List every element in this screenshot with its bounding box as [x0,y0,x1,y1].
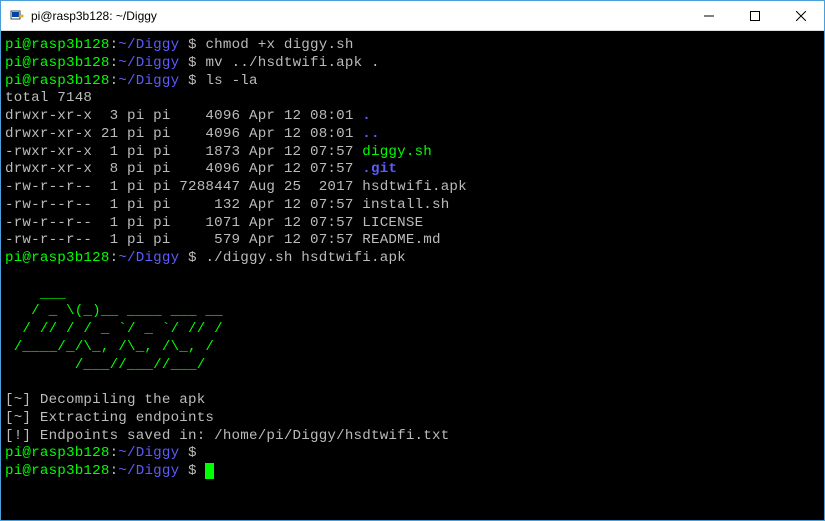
ascii-art-line: /___//___//___/ [5,357,223,373]
ls-row: -rw-r--r-- 1 pi pi 132 Apr 12 07:57 [5,197,362,213]
ls-row: drwxr-xr-x 21 pi pi 4096 Apr 12 08:01 [5,126,362,142]
prompt-path: ~/Diggy [118,250,179,266]
ls-row: -rw-r--r-- 1 pi pi 579 Apr 12 07:57 [5,232,362,248]
ascii-art-line: / // / / _ `/ _ `/ // / [5,321,223,337]
prompt-sep: : [110,37,119,53]
prompt-sep: : [110,250,119,266]
prompt-path: ~/Diggy [118,37,179,53]
prompt-sep: : [110,55,119,71]
prompt-user-host: pi@rasp3b128 [5,445,110,461]
ls-total: total 7148 [5,90,92,106]
prompt-sigil: $ [179,250,205,266]
window-title-bar: pi@rasp3b128: ~/Diggy [1,1,824,31]
prompt-path: ~/Diggy [118,463,179,479]
ls-filename: README.md [362,232,440,248]
msg-extract: [~] Extracting endpoints [5,410,214,426]
ls-row: -rw-r--r-- 1 pi pi 1071 Apr 12 07:57 [5,215,362,231]
prompt-sigil: $ [179,55,205,71]
prompt-sigil: $ [179,37,205,53]
ascii-art-line: ___ [5,286,214,302]
cmd-run: ./diggy.sh hsdtwifi.apk [205,250,405,266]
ls-filename: install.sh [362,197,449,213]
prompt-path: ~/Diggy [118,445,179,461]
ls-row: -rwxr-xr-x 1 pi pi 1873 Apr 12 07:57 [5,144,362,160]
ls-row: drwxr-xr-x 8 pi pi 4096 Apr 12 07:57 [5,161,362,177]
minimize-button[interactable] [686,1,732,30]
close-button[interactable] [778,1,824,30]
cmd-chmod: chmod +x diggy.sh [205,37,353,53]
putty-icon [9,8,25,24]
terminal-area[interactable]: pi@rasp3b128:~/Diggy $ chmod +x diggy.sh… [1,31,824,520]
ls-filename: diggy.sh [362,144,432,160]
ls-filename: hsdtwifi.apk [362,179,467,195]
window-title: pi@rasp3b128: ~/Diggy [31,9,686,23]
prompt-path: ~/Diggy [118,73,179,89]
prompt-sep: : [110,445,119,461]
prompt-user-host: pi@rasp3b128 [5,37,110,53]
cmd-ls: ls -la [205,73,257,89]
ls-row: -rw-r--r-- 1 pi pi 7288447 Aug 25 2017 [5,179,362,195]
ls-filename: .. [362,126,379,142]
prompt-sep: : [110,73,119,89]
prompt-user-host: pi@rasp3b128 [5,250,110,266]
prompt-sep: : [110,463,119,479]
prompt-path: ~/Diggy [118,55,179,71]
msg-decompile: [~] Decompiling the apk [5,392,205,408]
prompt-sigil: $ [179,445,205,461]
window-controls [686,1,824,30]
ascii-art-line: /____/_/\_, /\_, /\_, / [5,339,223,355]
prompt-user-host: pi@rasp3b128 [5,73,110,89]
ls-filename: .git [362,161,397,177]
prompt-sigil: $ [179,73,205,89]
prompt-user-host: pi@rasp3b128 [5,463,110,479]
ls-filename: LICENSE [362,215,423,231]
ls-row: drwxr-xr-x 3 pi pi 4096 Apr 12 08:01 [5,108,362,124]
msg-saved: [!] Endpoints saved in: /home/pi/Diggy/h… [5,428,449,444]
ls-filename: . [362,108,371,124]
maximize-button[interactable] [732,1,778,30]
cursor [205,463,214,479]
ascii-art-line: / _ \(_)__ ____ ___ __ [5,303,223,319]
prompt-sigil: $ [179,463,205,479]
cmd-mv: mv ../hsdtwifi.apk . [205,55,379,71]
prompt-user-host: pi@rasp3b128 [5,55,110,71]
